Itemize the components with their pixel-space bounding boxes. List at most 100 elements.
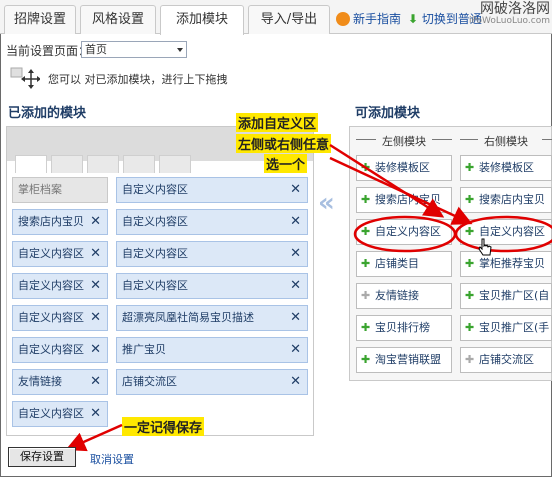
added-module-label: 超漂亮凤凰社简易宝贝描述	[122, 311, 254, 324]
available-module-button[interactable]: ✚ 淘宝营销联盟	[356, 347, 452, 373]
added-module-item[interactable]: 推广宝贝 ✕	[116, 337, 308, 363]
added-module-item[interactable]: 自定义内容区 ✕	[116, 241, 308, 267]
available-module-button[interactable]: ✚ 宝贝推广区(自	[460, 283, 552, 309]
added-module-label: 推广宝贝	[122, 343, 166, 356]
available-module-button[interactable]: ✚ 掌柜推荐宝贝	[460, 251, 552, 277]
remove-icon[interactable]: ✕	[290, 178, 301, 202]
plus-icon: ✚	[465, 193, 475, 206]
available-module-button[interactable]: ✚ 装修模板区	[356, 155, 452, 181]
available-module-button[interactable]: ✚ 店铺类目	[356, 251, 452, 277]
plus-icon: ✚	[465, 321, 475, 334]
added-module-item[interactable]: 自定义内容区 ✕	[12, 273, 108, 299]
remove-icon[interactable]: ✕	[90, 274, 101, 298]
annotation-line-3: 选一个	[264, 154, 308, 173]
available-module-button[interactable]: ✚ 宝贝排行榜	[356, 315, 452, 341]
added-module-item[interactable]: 自定义内容区 ✕	[116, 177, 308, 203]
added-module-label: 自定义内容区	[122, 215, 188, 228]
page-select[interactable]: 首页	[81, 41, 187, 58]
chevron-down-icon	[177, 48, 183, 52]
top-tab-bar: 招牌设置 风格设置 添加模块 导入/导出 新手指南 ⬇ 切换到普通 网破洛洛网 i…	[0, 0, 552, 35]
available-module-button[interactable]: ✚ 搜索店内宝贝	[356, 187, 452, 213]
remove-icon[interactable]: ✕	[90, 338, 101, 362]
guide-link[interactable]: 新手指南	[336, 10, 401, 27]
added-module-item[interactable]: 搜索店内宝贝 ✕	[12, 209, 108, 235]
tab-signboard[interactable]: 招牌设置	[4, 5, 76, 34]
available-module-button[interactable]: ✚ 自定义内容区	[356, 219, 452, 245]
plus-icon: ✚	[361, 257, 371, 270]
page-select-label: 当前设置页面：	[6, 44, 91, 58]
mini-tab[interactable]	[51, 155, 83, 173]
remove-icon[interactable]: ✕	[290, 242, 301, 266]
available-module-label: 店铺类目	[375, 257, 419, 270]
added-module-label: 自定义内容区	[18, 279, 84, 292]
added-module-item[interactable]: 自定义内容区 ✕	[12, 305, 108, 331]
tab-import-export[interactable]: 导入/导出	[248, 5, 330, 34]
tab-style[interactable]: 风格设置	[80, 5, 156, 34]
plus-icon: ✚	[465, 161, 475, 174]
plus-icon: ✚	[465, 353, 475, 366]
mini-tab[interactable]	[87, 155, 119, 173]
added-module-label: 掌柜档案	[18, 183, 62, 196]
available-module-label: 自定义内容区	[479, 225, 545, 238]
added-module-item[interactable]: 自定义内容区 ✕	[116, 209, 308, 235]
added-module-label: 搜索店内宝贝	[18, 215, 84, 228]
added-module-label: 友情链接	[18, 375, 62, 388]
page-select-value: 首页	[85, 43, 107, 56]
remove-icon[interactable]: ✕	[90, 370, 101, 394]
available-module-button[interactable]: ✚ 友情链接	[356, 283, 452, 309]
save-button[interactable]: 保存设置	[8, 447, 76, 467]
added-module-item[interactable]: 自定义内容区 ✕	[116, 273, 308, 299]
added-module-item[interactable]: 超漂亮凤凰社简易宝贝描述 ✕	[116, 305, 308, 331]
move-icon	[10, 67, 40, 89]
remove-icon[interactable]: ✕	[290, 274, 301, 298]
added-module-item[interactable]: 自定义内容区 ✕	[12, 401, 108, 427]
watermark: 网破洛洛网 iPoWoLuoLuo.com	[468, 1, 550, 26]
plus-icon: ✚	[361, 353, 371, 366]
annotation-line-2: 左侧或右侧任意	[236, 134, 332, 153]
annotation-save: 一定记得保存	[122, 417, 205, 436]
drag-hint: 您可以 对已添加模块，进行上下拖拽	[48, 73, 228, 86]
added-module-item[interactable]: 自定义内容区 ✕	[12, 337, 108, 363]
available-module-button[interactable]: ✚ 装修模板区	[460, 155, 552, 181]
remove-icon[interactable]: ✕	[290, 370, 301, 394]
remove-icon[interactable]: ✕	[290, 338, 301, 362]
added-module-item[interactable]: 自定义内容区 ✕	[12, 241, 108, 267]
available-module-button[interactable]: ✚ 宝贝推广区(手	[460, 315, 552, 341]
available-module-label: 装修模板区	[375, 161, 430, 174]
added-module-item[interactable]: 掌柜档案	[12, 177, 108, 203]
added-module-label: 自定义内容区	[18, 247, 84, 260]
remove-icon[interactable]: ✕	[290, 210, 301, 234]
available-module-label: 宝贝推广区(自	[479, 289, 550, 302]
mini-tab[interactable]	[159, 155, 191, 173]
available-module-button[interactable]: ✚ 店铺交流区	[460, 347, 552, 373]
hand-cursor-icon	[478, 238, 492, 256]
available-module-label: 搜索店内宝贝	[479, 193, 545, 206]
mini-tab[interactable]	[123, 155, 155, 173]
available-module-button[interactable]: ✚ 自定义内容区	[460, 219, 552, 245]
added-module-item[interactable]: 友情链接 ✕	[12, 369, 108, 395]
tab-add-module[interactable]: 添加模块	[160, 5, 244, 35]
available-module-button[interactable]: ✚ 搜索店内宝贝	[460, 187, 552, 213]
available-module-label: 友情链接	[375, 289, 419, 302]
left-column-header: 左侧模块	[356, 133, 452, 149]
remove-icon[interactable]: ✕	[90, 210, 101, 234]
remove-icon[interactable]: ✕	[90, 402, 101, 426]
available-modules-heading: 可添加模块	[355, 106, 421, 121]
remove-icon[interactable]: ✕	[90, 242, 101, 266]
added-module-label: 自定义内容区	[122, 247, 188, 260]
added-module-label: 店铺交流区	[122, 375, 177, 388]
download-arrow-icon: ⬇	[408, 12, 419, 26]
available-module-label: 搜索店内宝贝	[375, 193, 441, 206]
remove-icon[interactable]: ✕	[90, 306, 101, 330]
remove-icon[interactable]: ✕	[290, 306, 301, 330]
plus-icon: ✚	[465, 289, 475, 302]
cancel-link[interactable]: 取消设置	[90, 451, 134, 467]
added-module-item[interactable]: 店铺交流区 ✕	[116, 369, 308, 395]
plus-icon: ✚	[465, 225, 475, 238]
available-module-label: 店铺交流区	[479, 353, 534, 366]
available-module-label: 装修模板区	[479, 161, 534, 174]
mini-tab[interactable]	[15, 155, 47, 173]
guide-label: 新手指南	[353, 12, 402, 26]
guide-icon	[336, 12, 350, 26]
added-module-label: 自定义内容区	[122, 183, 188, 196]
